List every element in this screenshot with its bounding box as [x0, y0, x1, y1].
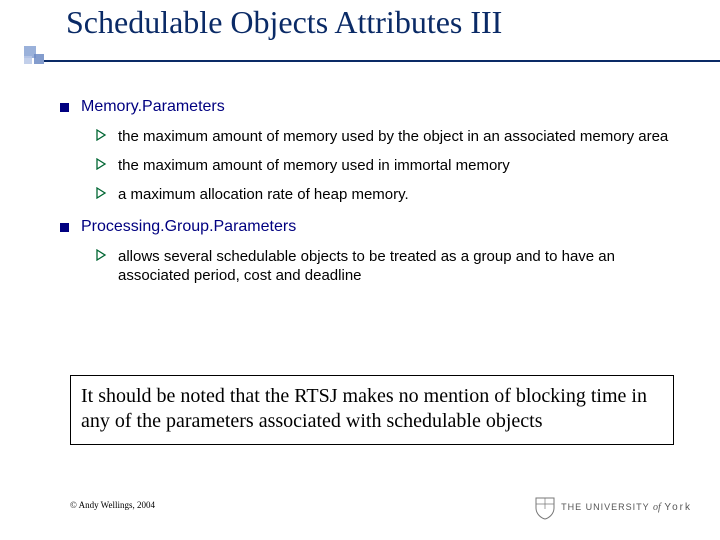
arrow-bullet-icon [96, 158, 110, 170]
sub-list: allows several schedulable objects to be… [96, 248, 686, 286]
university-logo: THE UNIVERSITY of York [535, 496, 692, 520]
section-heading: Processing.Group.Parameters [60, 218, 686, 236]
square-bullet-icon [60, 223, 69, 232]
shield-icon [535, 496, 555, 520]
slide-title: Schedulable Objects Attributes III [66, 4, 502, 41]
logo-of: of [653, 502, 661, 513]
list-item: the maximum amount of memory used in imm… [96, 157, 686, 176]
decor-square [24, 56, 32, 64]
list-item: allows several schedulable objects to be… [96, 248, 686, 286]
list-item-text: allows several schedulable objects to be… [118, 248, 686, 286]
section-heading: Memory.Parameters [60, 98, 686, 116]
square-bullet-icon [60, 103, 69, 112]
note-text: It should be noted that the RTSJ makes n… [81, 385, 647, 432]
slide-content: Memory.Parameters the maximum amount of … [60, 98, 686, 300]
logo-prefix: THE UNIVERSITY [561, 502, 649, 512]
section-heading-text: Processing.Group.Parameters [81, 218, 296, 236]
sub-list: the maximum amount of memory used by the… [96, 128, 686, 204]
list-item: a maximum allocation rate of heap memory… [96, 186, 686, 205]
list-item-text: a maximum allocation rate of heap memory… [118, 186, 409, 205]
arrow-bullet-icon [96, 129, 110, 141]
arrow-bullet-icon [96, 249, 110, 261]
list-item: the maximum amount of memory used by the… [96, 128, 686, 147]
university-text: THE UNIVERSITY of York [561, 503, 692, 513]
list-item-text: the maximum amount of memory used by the… [118, 128, 668, 147]
decor-square [34, 54, 44, 64]
note-box: It should be noted that the RTSJ makes n… [70, 375, 674, 445]
logo-name: York [664, 502, 692, 513]
decor-line [44, 60, 720, 62]
section-heading-text: Memory.Parameters [81, 98, 225, 116]
copyright-text: © Andy Wellings, 2004 [70, 500, 155, 510]
list-item-text: the maximum amount of memory used in imm… [118, 157, 510, 176]
arrow-bullet-icon [96, 187, 110, 199]
